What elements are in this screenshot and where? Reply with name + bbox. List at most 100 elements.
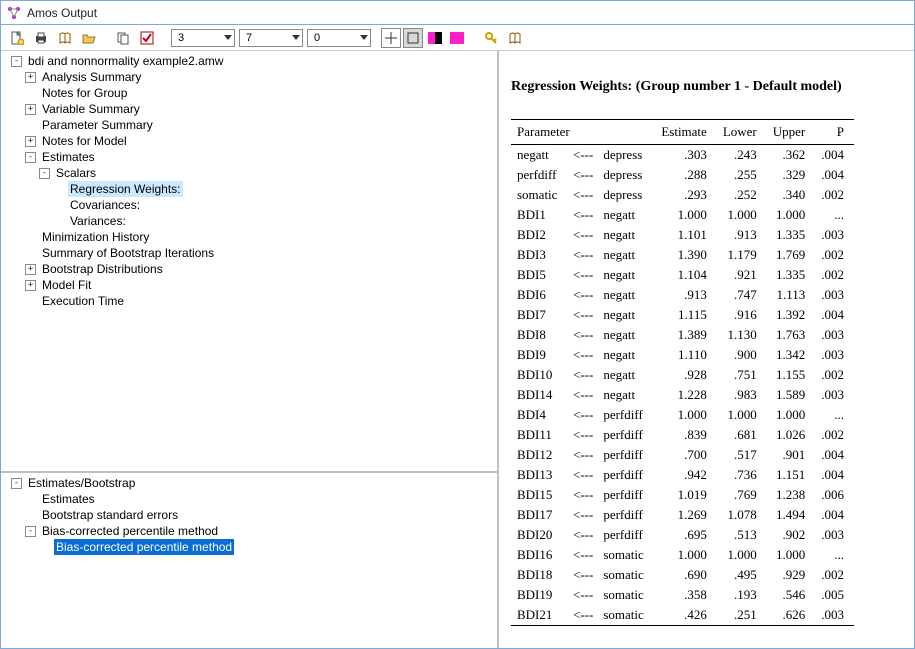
cell-from: depress bbox=[597, 145, 655, 166]
caret-down-icon bbox=[292, 35, 300, 40]
tree-regression-weights[interactable]: Regression Weights: bbox=[68, 181, 183, 197]
cell-p: .005 bbox=[815, 585, 854, 605]
cell-p: ... bbox=[815, 545, 854, 565]
cell-p: .004 bbox=[815, 305, 854, 325]
table-row: BDI20<---perfdiff.695.513.902.003 bbox=[511, 525, 854, 545]
table-row: BDI5<---negatt1.104.9211.335.002 bbox=[511, 265, 854, 285]
cell-upper: 1.763 bbox=[767, 325, 816, 345]
cell-p: .004 bbox=[815, 165, 854, 185]
new-doc-icon[interactable] bbox=[7, 28, 27, 48]
cell-estimate: 1.000 bbox=[655, 205, 717, 225]
cell-to: BDI2 bbox=[511, 225, 569, 245]
tree-bootstrap-distributions[interactable]: Bootstrap Distributions bbox=[40, 261, 165, 277]
tree-execution-time[interactable]: Execution Time bbox=[40, 293, 126, 309]
expander-icon[interactable]: + bbox=[25, 264, 36, 275]
header-upper: Upper bbox=[767, 120, 816, 145]
book2-icon[interactable] bbox=[505, 28, 525, 48]
expander-icon[interactable]: - bbox=[11, 56, 22, 67]
cell-to: BDI21 bbox=[511, 605, 569, 626]
cell-lower: .243 bbox=[717, 145, 767, 166]
tree-notes-for-model[interactable]: Notes for Model bbox=[40, 133, 129, 149]
tree-scalars[interactable]: Scalars bbox=[54, 165, 98, 181]
cell-to: BDI4 bbox=[511, 405, 569, 425]
cell-from: negatt bbox=[597, 245, 655, 265]
tree-navigation-bottom[interactable]: -Estimates/Bootstrap Estimates Bootstrap… bbox=[1, 473, 497, 648]
tree-variances[interactable]: Variances: bbox=[68, 213, 128, 229]
cell-lower: 1.179 bbox=[717, 245, 767, 265]
expander-icon[interactable]: + bbox=[25, 280, 36, 291]
cell-upper: 1.000 bbox=[767, 545, 816, 565]
expander-icon[interactable]: + bbox=[25, 104, 36, 115]
expander-icon[interactable]: - bbox=[11, 478, 22, 489]
tree-variable-summary[interactable]: Variable Summary bbox=[40, 101, 142, 117]
cell-upper: 1.589 bbox=[767, 385, 816, 405]
cell-estimate: .303 bbox=[655, 145, 717, 166]
cell-to: BDI20 bbox=[511, 525, 569, 545]
tree-parameter-summary[interactable]: Parameter Summary bbox=[40, 117, 155, 133]
cell-p: .006 bbox=[815, 485, 854, 505]
cell-from: negatt bbox=[597, 365, 655, 385]
cell-estimate: 1.389 bbox=[655, 325, 717, 345]
tree2-bse[interactable]: Bootstrap standard errors bbox=[40, 507, 180, 523]
cell-from: perfdiff bbox=[597, 505, 655, 525]
cell-estimate: .942 bbox=[655, 465, 717, 485]
tree-analysis-summary[interactable]: Analysis Summary bbox=[40, 69, 143, 85]
table-row: BDI19<---somatic.358.193.546.005 bbox=[511, 585, 854, 605]
table-row: BDI12<---perfdiff.700.517.901.004 bbox=[511, 445, 854, 465]
output-panel: Regression Weights: (Group number 1 - De… bbox=[499, 51, 914, 648]
caret-down-icon bbox=[360, 35, 368, 40]
swatch-magenta-icon[interactable] bbox=[447, 28, 467, 48]
expander-icon[interactable]: + bbox=[25, 72, 36, 83]
cell-upper: 1.335 bbox=[767, 265, 816, 285]
open-folder-icon[interactable] bbox=[79, 28, 99, 48]
tree-model-fit[interactable]: Model Fit bbox=[40, 277, 93, 293]
key-icon[interactable] bbox=[481, 28, 501, 48]
grid-mode-icon[interactable] bbox=[381, 28, 401, 48]
copy-icon[interactable] bbox=[113, 28, 133, 48]
cell-p: .002 bbox=[815, 565, 854, 585]
table-row: perfdiff<---depress.288.255.329.004 bbox=[511, 165, 854, 185]
options-check-icon[interactable] bbox=[137, 28, 157, 48]
table-row: BDI4<---perfdiff1.0001.0001.000... bbox=[511, 405, 854, 425]
toolbar: 3 7 0 bbox=[1, 25, 914, 51]
expander-icon[interactable]: - bbox=[25, 152, 36, 163]
cell-lower: .916 bbox=[717, 305, 767, 325]
tree2-bcpm-child[interactable]: Bias-corrected percentile method bbox=[54, 539, 234, 555]
table-row: negatt<---depress.303.243.362.004 bbox=[511, 145, 854, 166]
book-icon[interactable] bbox=[55, 28, 75, 48]
cell-lower: 1.078 bbox=[717, 505, 767, 525]
tree-minimization-history[interactable]: Minimization History bbox=[40, 229, 151, 245]
cell-estimate: .839 bbox=[655, 425, 717, 445]
expander-icon[interactable]: + bbox=[25, 136, 36, 147]
combo-decimals[interactable]: 3 bbox=[171, 29, 235, 47]
tree2-estimates[interactable]: Estimates bbox=[40, 491, 97, 507]
cell-to: BDI8 bbox=[511, 325, 569, 345]
tree-covariances[interactable]: Covariances: bbox=[68, 197, 142, 213]
outline-mode-icon[interactable] bbox=[403, 28, 423, 48]
expander-icon[interactable]: - bbox=[39, 168, 50, 179]
cell-p: .002 bbox=[815, 245, 854, 265]
cell-p: .003 bbox=[815, 385, 854, 405]
cell-to: somatic bbox=[511, 185, 569, 205]
tree2-root[interactable]: Estimates/Bootstrap bbox=[26, 475, 137, 491]
tree-navigation-top[interactable]: -bdi and nonnormality example2.amw +Anal… bbox=[1, 51, 497, 473]
tree-estimates[interactable]: Estimates bbox=[40, 149, 97, 165]
cell-to: BDI15 bbox=[511, 485, 569, 505]
tree-notes-for-group[interactable]: Notes for Group bbox=[40, 85, 129, 101]
expander-icon[interactable]: - bbox=[25, 526, 36, 537]
combo-width[interactable]: 7 bbox=[239, 29, 303, 47]
cell-from: somatic bbox=[597, 605, 655, 626]
swatch-magenta-black-icon[interactable] bbox=[425, 28, 445, 48]
tree-summary-bootstrap[interactable]: Summary of Bootstrap Iterations bbox=[40, 245, 216, 261]
cell-lower: 1.000 bbox=[717, 205, 767, 225]
cell-from: negatt bbox=[597, 325, 655, 345]
cell-p: .003 bbox=[815, 225, 854, 245]
tree2-bcpm[interactable]: Bias-corrected percentile method bbox=[40, 523, 220, 539]
cell-from: perfdiff bbox=[597, 485, 655, 505]
cell-p: .002 bbox=[815, 185, 854, 205]
print-icon[interactable] bbox=[31, 28, 51, 48]
combo-indent[interactable]: 0 bbox=[307, 29, 371, 47]
cell-to: perfdiff bbox=[511, 165, 569, 185]
tree-root[interactable]: bdi and nonnormality example2.amw bbox=[26, 53, 225, 69]
cell-arrow: <--- bbox=[569, 325, 597, 345]
